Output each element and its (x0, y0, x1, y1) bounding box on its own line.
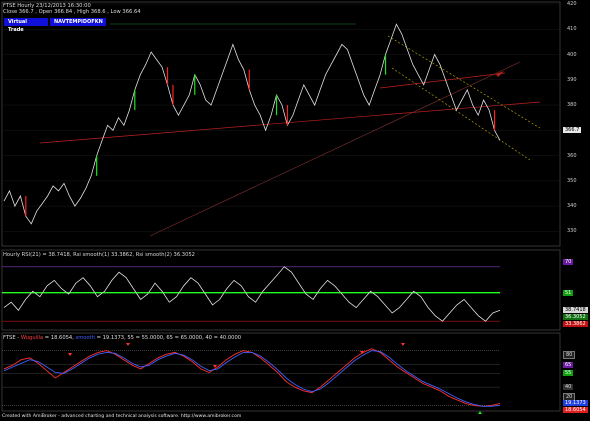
osc-title-part: = 19.1373, 55 = 55.0000, 65 = 65.0000, 4… (94, 335, 242, 341)
trendline (149, 61, 521, 237)
price-axis-tick: 420 (567, 1, 577, 7)
osc-panel-frame (1, 332, 561, 412)
price-axis-tick: 350 (567, 177, 577, 184)
price-axis-tick: 360 (567, 152, 577, 159)
osc-line (3, 348, 501, 407)
price-axis-tick: 340 (567, 203, 577, 210)
sell-arrow (401, 343, 405, 346)
osc-title-part: = 18.6054, (43, 335, 76, 341)
osc-title-part: smooth (75, 335, 95, 341)
osc-level-55: 55 (563, 370, 574, 376)
chart-window: FTSE Hourly 23/12/2013 16:30:00 Close 36… (0, 0, 590, 421)
rsi-value-tag: 38.7418 (563, 307, 588, 313)
buy-arrow (478, 411, 482, 414)
osc-level-40: 40 (563, 384, 574, 390)
virtual-trade-button[interactable]: Virtual Trade (4, 18, 48, 33)
rsi-series (3, 266, 501, 322)
trendline (39, 101, 541, 144)
osc-level-65: 65 (563, 362, 574, 368)
sell-arrow (68, 353, 72, 356)
price-axis-tick: 380 (567, 102, 577, 109)
osc-title-part: FTSE - (3, 335, 21, 341)
grid-lines (2, 3, 560, 406)
price-axis-tick: 390 (567, 76, 577, 83)
channel-line (391, 67, 531, 161)
osc-title-part: Wuguilla (20, 335, 44, 341)
osc-level-80: 80 (563, 351, 576, 359)
price-tag: 366.7 (563, 127, 582, 133)
sell-arrow (126, 343, 130, 346)
channel-line (387, 35, 541, 129)
rsi-title: Hourly RSI(21) = 38.7418, Rsi smooth(1) … (3, 252, 195, 258)
navtempidofkn-button[interactable]: NAVTEMPIDOFKN (50, 18, 106, 26)
price-line (3, 23, 501, 225)
rsi-smooth1-tag: 33.3862 (563, 321, 588, 327)
rsi-line (3, 266, 501, 322)
price-axis-tick: 330 (567, 228, 577, 235)
rsi-upper-tag: 70 (563, 259, 574, 265)
arrow-head (496, 71, 504, 77)
trendline (379, 72, 506, 89)
osc-smooth-tag: 19.1373 (563, 400, 588, 406)
rsi-smooth2-tag: 36.3052 (563, 314, 588, 320)
oscillator-series (3, 343, 501, 414)
osc-value-tag: 18.6054 (563, 407, 588, 413)
oscillator-title: FTSE - Wuguilla = 18.6054, smooth = 19.1… (3, 335, 241, 341)
footer-credit: Created with AmiBroker - advanced charti… (2, 414, 242, 419)
chart-canvas[interactable] (0, 0, 590, 421)
price-series (3, 23, 501, 225)
ohlc-readout: Close 366.7 , Open 366.84 , High 368.6 ,… (3, 9, 141, 15)
osc-line (3, 350, 501, 407)
rsi-mid-tag: 51 (563, 290, 574, 296)
trendlines (39, 23, 541, 237)
rsi-panel-frame (1, 249, 561, 331)
price-axis-tick: 400 (567, 51, 577, 58)
price-axis-tick: 410 (567, 26, 577, 33)
